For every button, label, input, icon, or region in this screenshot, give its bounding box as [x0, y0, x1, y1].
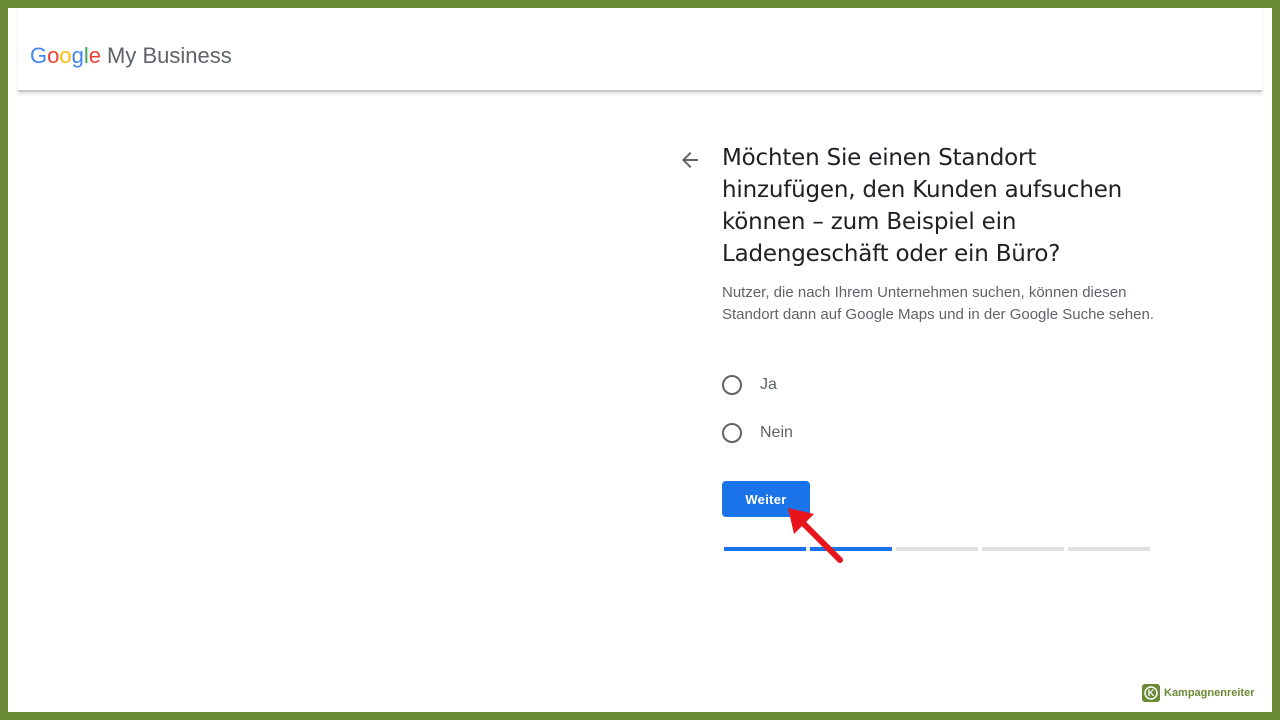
option-label-nein: Nein — [760, 424, 793, 441]
radio-button-nein[interactable] — [722, 423, 742, 443]
progress-segment-3 — [896, 547, 978, 551]
watermark-logo-letter: K — [1148, 688, 1155, 698]
logo-letter-g1: G — [30, 43, 48, 68]
product-name: My Business — [107, 43, 232, 68]
question-heading: Möchten Sie einen Standort hinzufügen, d… — [722, 145, 1123, 267]
kampagnenreiter-logo-icon: K — [1142, 684, 1160, 702]
kampagnenreiter-watermark: K Kampagnenreiter — [1142, 684, 1254, 702]
logo-letter-g2: g — [71, 43, 84, 68]
watermark-text: Kampagnenreiter — [1164, 687, 1255, 699]
option-ja[interactable]: Ja — [722, 373, 777, 397]
google-wordmark: Google — [30, 43, 101, 68]
screenshot-frame: Google My Business Möchten Sie einen Stan… — [8, 8, 1272, 712]
progress-segment-4 — [982, 547, 1064, 551]
progress-segment-5 — [1068, 547, 1150, 551]
logo-letter-o1: o — [47, 43, 60, 68]
logo-letter-o2: o — [59, 43, 72, 68]
app-header: Google My Business — [18, 8, 1262, 92]
arrow-left-icon[interactable] — [678, 148, 702, 172]
question-description: Nutzer, die nach Ihrem Unternehmen suche… — [722, 284, 1154, 323]
red-pointer-arrow-icon — [788, 508, 843, 563]
radio-button-ja[interactable] — [722, 375, 742, 395]
google-my-business-logo[interactable]: Google My Business — [30, 42, 232, 70]
logo-letter-e: e — [88, 43, 102, 68]
option-label-ja: Ja — [760, 376, 777, 393]
option-nein[interactable]: Nein — [722, 421, 793, 445]
